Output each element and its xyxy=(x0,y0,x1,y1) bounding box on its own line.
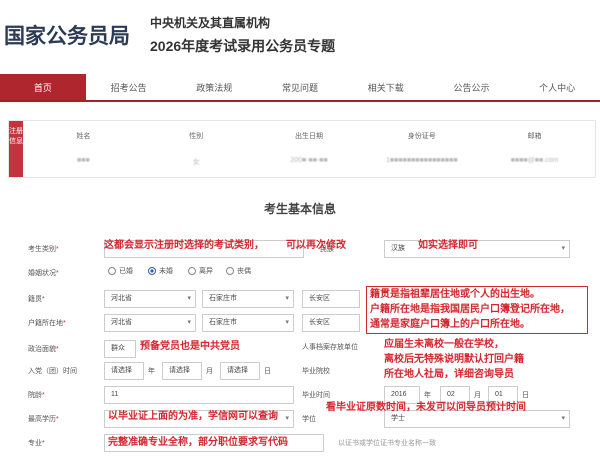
label-hukou: 户籍所在地* xyxy=(28,320,66,327)
value-id-number: 1■■■■■■■■■■■■■■■■ xyxy=(386,157,458,164)
main-nav: 首页 招考公告 政策法规 常见问题 相关下载 公告公示 个人中心 xyxy=(0,74,600,102)
label-degree: 学位 xyxy=(302,416,316,423)
label-party-date: 入党（团）时间 xyxy=(28,368,77,375)
nav-item-downloads[interactable]: 相关下载 xyxy=(343,74,429,100)
political-select[interactable]: 群众 xyxy=(104,340,136,358)
label-work-unit: 毕业院校 xyxy=(302,368,330,375)
party-year-select[interactable]: 请选择 xyxy=(104,362,144,380)
annotation-major: 完整准确专业全称，部分职位要求写代码 xyxy=(108,437,288,448)
hukou-city-select[interactable]: 石家庄市 ▾ xyxy=(202,314,294,332)
radio-icon xyxy=(188,267,196,275)
value-email: ■■■■@■■.com xyxy=(510,157,559,164)
radio-icon xyxy=(108,267,116,275)
unit-month: 月 xyxy=(206,368,213,375)
party-day-select[interactable]: 请选择 xyxy=(220,362,260,380)
value-name: ■■■ xyxy=(77,157,90,164)
annotation-native-line2: 户籍所在地是指我国居民户口簿登记所在地， xyxy=(370,304,570,315)
annotation-education: 以毕业证上面的为准，学信网可以查询 xyxy=(108,411,278,422)
annotation-archive-line3: 所在地人社局，详细咨询导员 xyxy=(384,369,514,380)
header-birthdate: 出生日期 xyxy=(294,133,323,140)
grad-unit-day: 日 xyxy=(522,392,529,399)
annotation-political: 预备党员也是中共党员 xyxy=(140,341,240,352)
grad-unit-year: 年 xyxy=(424,392,431,399)
site-title: 国家公务员局 xyxy=(4,25,130,48)
registration-info-panel: 注册信息 姓名 性别 出生日期 身份证号 邮箱 ■■■ 女 200■-■■-■■… xyxy=(8,120,596,178)
annotation-grad-date: 看毕业证原数时间，未发可以问导员预计时间 xyxy=(326,402,526,413)
nav-item-announcements[interactable]: 招考公告 xyxy=(86,74,172,100)
header-email: 邮箱 xyxy=(527,133,542,140)
annotation-category-editable: 可以再次修改 xyxy=(286,240,346,251)
radio-selected-icon xyxy=(148,267,156,275)
annotation-archive-line1: 应届生未离校一般在学校， xyxy=(384,339,504,350)
nav-item-notices[interactable]: 公告公示 xyxy=(429,74,515,100)
value-gender: 女 xyxy=(192,159,200,166)
marital-radio-married[interactable]: 已婚 xyxy=(108,266,133,276)
major-hint: 以证书或学位证书专业名称一致 xyxy=(338,440,436,447)
header-id-number: 身份证号 xyxy=(407,133,436,140)
unit-day: 日 xyxy=(264,368,271,375)
hukou-province-select[interactable]: 河北省 ▾ xyxy=(104,314,196,332)
header-name: 姓名 xyxy=(76,133,91,140)
label-archive-unit: 人事档案存放单位 xyxy=(302,344,358,351)
marital-radio-widowed[interactable]: 丧偶 xyxy=(226,266,251,276)
nav-item-policies[interactable]: 政策法规 xyxy=(171,74,257,100)
label-major: 专业* xyxy=(28,440,45,447)
native-district-select[interactable]: 长安区 xyxy=(302,290,360,308)
annotation-native-line3: 通常是家庭户口簿上的户口所在地。 xyxy=(370,319,530,330)
annotation-category: 这都会显示注册时选择的考试类别， xyxy=(104,240,264,251)
hukou-district-select[interactable]: 长安区 xyxy=(302,314,360,332)
nav-item-faq[interactable]: 常见问题 xyxy=(257,74,343,100)
chevron-down-icon: ▾ xyxy=(561,245,565,252)
label-native: 籍贯* xyxy=(28,296,45,303)
nav-item-home[interactable]: 首页 xyxy=(0,74,86,100)
marital-radio-single[interactable]: 未婚 xyxy=(148,266,173,276)
marital-radio-divorced[interactable]: 离异 xyxy=(188,266,213,276)
annotation-archive-line2: 离校后无特殊说明默认打回户籍 xyxy=(384,354,524,365)
label-seniority: 院龄* xyxy=(28,392,45,399)
form-title: 考生基本信息 xyxy=(263,202,336,216)
label-marital: 婚姻状况* xyxy=(28,270,59,277)
native-city-select[interactable]: 石家庄市 ▾ xyxy=(202,290,294,308)
registration-headers: 姓名 性别 出生日期 身份证号 邮箱 xyxy=(27,131,591,141)
grad-unit-month: 月 xyxy=(474,392,481,399)
annotation-native-line1: 籍贯是指祖辈居住地或个人的出生地。 xyxy=(370,289,540,300)
header-gender: 性别 xyxy=(189,133,204,140)
nav-item-personal-center[interactable]: 个人中心 xyxy=(514,74,600,100)
label-category: 考生类别* xyxy=(28,246,59,253)
seniority-input[interactable]: 11 xyxy=(104,386,294,404)
ethnicity-value: 汉族 xyxy=(391,245,405,252)
site-subtitle-agency: 中央机关及其直属机构 xyxy=(150,16,271,30)
label-grad-date: 毕业时间 xyxy=(302,392,330,399)
native-province-select[interactable]: 河北省 ▾ xyxy=(104,290,196,308)
site-header: 国家公务员局 中央机关及其直属机构 2026年度考试录用公务员专题 xyxy=(0,0,600,70)
site-subtitle-topic: 2026年度考试录用公务员专题 xyxy=(150,38,336,54)
party-month-select[interactable]: 请选择 xyxy=(162,362,202,380)
radio-icon xyxy=(226,267,234,275)
label-education: 最高学历* xyxy=(28,416,59,423)
annotation-ethnicity: 如实选择即可 xyxy=(418,240,478,251)
label-political: 政治面貌* xyxy=(28,346,59,353)
unit-year: 年 xyxy=(148,368,155,375)
value-birthdate: 200■-■■-■■ xyxy=(290,157,328,164)
registration-tab-label: 注册信息 xyxy=(9,121,23,177)
registration-values: ■■■ 女 200■-■■-■■ 1■■■■■■■■■■■■■■■■ ■■■■@… xyxy=(27,157,591,167)
